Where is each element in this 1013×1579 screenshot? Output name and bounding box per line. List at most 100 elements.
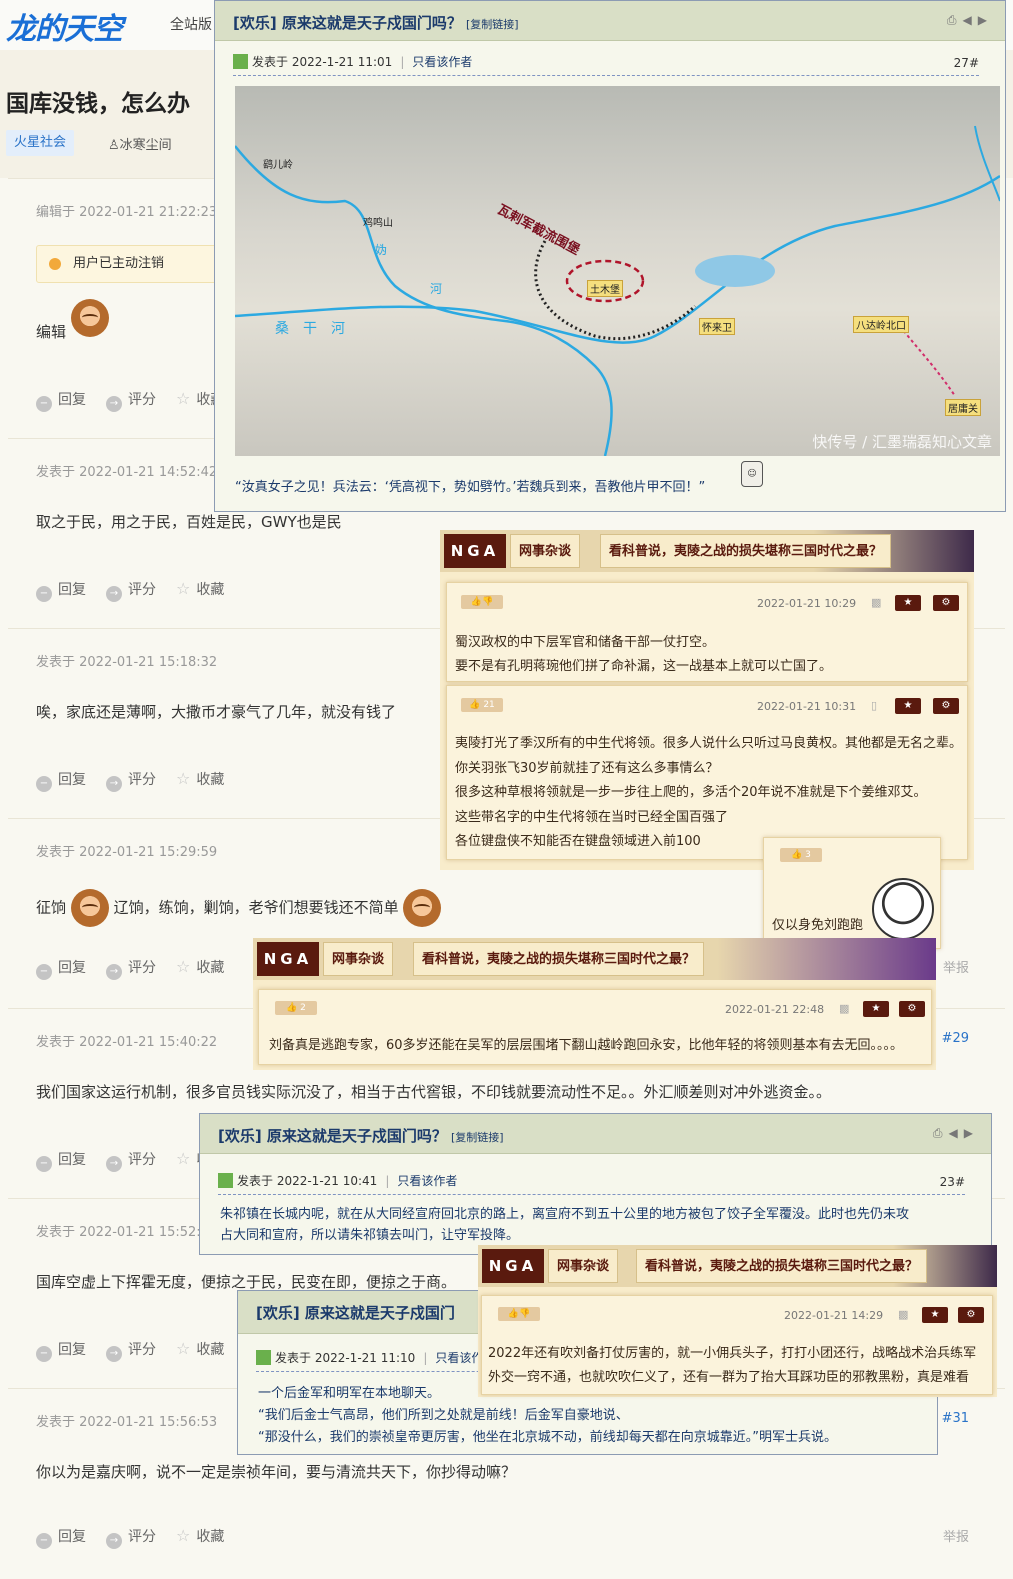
reply-icon: −: [36, 1346, 52, 1362]
divider: [233, 75, 979, 76]
reply-button[interactable]: − 回复: [36, 389, 86, 412]
site-logo[interactable]: 龙的天空: [6, 4, 123, 48]
map-label: 鹞儿岭: [263, 160, 293, 171]
rate-icon: →: [106, 586, 122, 602]
next-icon[interactable]: ▶: [978, 13, 993, 27]
nav-all-sections[interactable]: 全站版: [170, 14, 212, 34]
bbs-thread-title: [欢乐] 原来这就是天子戍国门: [256, 1304, 455, 1322]
like-count[interactable]: 👍 2: [275, 1001, 317, 1015]
floor-number[interactable]: #31: [942, 1411, 969, 1426]
like-icon[interactable]: 👍👎: [461, 595, 503, 609]
nga-forum-tab[interactable]: 网事杂谈: [548, 1249, 619, 1283]
battle-map-image: 鹞儿岭 鸡鸣山 土木堡 怀来卫 八达岭北口 居庸关 瓦剌军截流围堡 妫 桑干河 …: [235, 86, 1000, 456]
print-icon[interactable]: ⎙: [933, 1126, 949, 1140]
reply-button[interactable]: − 回复: [36, 957, 86, 980]
reply-button[interactable]: − 回复: [36, 769, 86, 792]
report-link[interactable]: 举报: [943, 957, 969, 976]
fav-button[interactable]: ☆收藏: [176, 579, 224, 599]
star-icon[interactable]: ★: [863, 1001, 889, 1017]
forum-tag[interactable]: 火星社会: [6, 130, 75, 156]
gear-icon[interactable]: ⚙: [933, 698, 959, 714]
rate-button[interactable]: → 评分: [106, 579, 156, 602]
like-count[interactable]: 👍 21: [461, 698, 503, 712]
nga-thread-tab[interactable]: 看科普说，夷陵之战的损失堪称三国时代之最？: [636, 1249, 928, 1283]
like-count[interactable]: 👍 3: [780, 848, 822, 862]
rate-button[interactable]: → 评分: [106, 1339, 156, 1362]
bbs-post-meta: 发表于 2022-1-21 11:01 | 只看该作者: [233, 53, 472, 70]
reply-button[interactable]: − 回复: [36, 579, 86, 602]
bbs-post-text: “汝真女子之见！兵法云：‘凭高视下，势如劈竹。’若魏兵到来，吾教他片甲不回！”: [235, 480, 706, 495]
copy-link[interactable]: [复制链接]: [466, 18, 519, 31]
fav-button[interactable]: ☆收藏: [176, 1339, 224, 1359]
reply-button[interactable]: − 回复: [36, 1526, 86, 1549]
star-icon[interactable]: ★: [922, 1307, 948, 1323]
star-icon: ☆: [176, 1149, 191, 1168]
reply-icon: −: [36, 964, 52, 980]
post-actions: −回复 →评分 ☆收藏: [36, 1526, 244, 1549]
post-content: 国库空虚上下挥霍无度，便掠之于民，民变在即，便掠之于商。: [36, 1273, 457, 1291]
post-content: 征饷 辽饷，练饷，剿饷，老爷们想要钱还不简单: [36, 889, 442, 927]
nga-forum-tab[interactable]: 网事杂谈: [510, 534, 581, 568]
nga-header: NGA 网事杂谈 看科普说，夷陵之战的损失堪称三国时代之最？: [253, 938, 936, 980]
post-content: 我们国家这运行机制，很多官员钱实际沉没了，相当于古代窖银，不印钱就要流动性不足。…: [36, 1083, 832, 1101]
page-title: 国库没钱，怎么办: [6, 91, 190, 117]
star-icon[interactable]: ★: [895, 595, 921, 611]
rate-button[interactable]: → 评分: [106, 1526, 156, 1549]
monkey-emoji-icon: [70, 889, 109, 927]
android-icon: ▩: [898, 1308, 909, 1321]
rate-button[interactable]: → 评分: [106, 769, 156, 792]
warning-icon: [49, 258, 61, 270]
nga-reply-line: 各位键盘侠不知能否在键盘领域进入前100: [455, 834, 701, 849]
star-icon[interactable]: ★: [895, 698, 921, 714]
only-author-link[interactable]: 只看该作者: [397, 1174, 457, 1188]
star-icon: ☆: [176, 1339, 191, 1358]
bbs-post-text: “那没什么，我们的崇祯皇帝更厉害，他坐在北京城不动，前线却每天都在向京城靠近。”…: [258, 1430, 837, 1445]
star-icon: ☆: [176, 769, 191, 788]
floor-number[interactable]: #29: [942, 1031, 969, 1046]
nga-reply-line: 很多这种草根将领就是一步一步往上爬的，多活个20年说不准就是下个姜维邓艾。: [455, 785, 927, 800]
nga-time: 2022-01-21 14:29: [784, 1309, 884, 1322]
rate-button[interactable]: → 评分: [106, 957, 156, 980]
reply-button[interactable]: − 回复: [36, 1149, 86, 1172]
bbs-post-text: 朱祁镇在长城内呢，就在从大同经宣府回北京的路上，离宣府不到五十公里的地方被包了饺…: [220, 1207, 910, 1222]
rate-button[interactable]: → 评分: [106, 389, 156, 412]
reply-button[interactable]: − 回复: [36, 1339, 86, 1362]
nga-thread-tab[interactable]: 看科普说，夷陵之战的损失堪称三国时代之最？: [413, 942, 705, 976]
gear-icon[interactable]: ⚙: [899, 1001, 925, 1017]
report-link[interactable]: 举报: [943, 1526, 969, 1545]
prev-icon[interactable]: ◀: [949, 1126, 964, 1140]
nga-forum-tab[interactable]: 网事杂谈: [323, 942, 394, 976]
bbs-post-text: “我们后金士气高昂，他们所到之处就是前线！后金军自豪地说、: [258, 1408, 629, 1423]
nga-thread-tab[interactable]: 看科普说，夷陵之战的损失堪称三国时代之最？: [600, 534, 892, 568]
phone-icon: ▯: [871, 699, 878, 712]
nga-logo[interactable]: NGA: [482, 1249, 544, 1283]
next-icon[interactable]: ▶: [964, 1126, 979, 1140]
only-author-link[interactable]: 只看该作者: [412, 55, 472, 69]
fav-button[interactable]: ☆收藏: [176, 769, 224, 789]
post-icon: [218, 1173, 233, 1188]
rate-button[interactable]: → 评分: [106, 1149, 156, 1172]
like-icon[interactable]: 👍👎: [498, 1307, 540, 1321]
author-link[interactable]: ♙冰寒尘间: [108, 134, 172, 153]
rate-icon: →: [106, 1156, 122, 1172]
copy-link[interactable]: [复制链接]: [451, 1131, 504, 1144]
print-icon[interactable]: ⎙: [947, 13, 963, 27]
author-name: 冰寒尘间: [119, 138, 172, 153]
map-label: 八达岭北口: [853, 316, 909, 333]
bbs-post-text: 占大同和宣府，所以请朱祁镇去叫门，让守军投降。: [220, 1228, 520, 1243]
prev-icon[interactable]: ◀: [963, 13, 978, 27]
nga-reply-line: 你关羽张飞30岁前就挂了还有这么多事情么？: [455, 761, 719, 776]
gear-icon[interactable]: ⚙: [933, 595, 959, 611]
map-label: 妫: [375, 243, 388, 257]
rate-icon: →: [106, 1533, 122, 1549]
fav-button[interactable]: ☆收藏: [176, 1526, 224, 1546]
rate-icon: →: [106, 396, 122, 412]
bbs-tools: ⎙◀▶: [947, 13, 993, 28]
nga-logo[interactable]: NGA: [257, 942, 319, 976]
only-author-link[interactable]: 只看该作: [435, 1351, 483, 1365]
star-icon: ☆: [176, 1526, 191, 1545]
fav-button[interactable]: ☆收藏: [176, 957, 224, 977]
bbs-thread-title: [欢乐] 原来这就是天子戍国门吗？ [复制链接]: [233, 14, 519, 32]
gear-icon[interactable]: ⚙: [958, 1307, 984, 1323]
nga-logo[interactable]: NGA: [444, 534, 506, 568]
